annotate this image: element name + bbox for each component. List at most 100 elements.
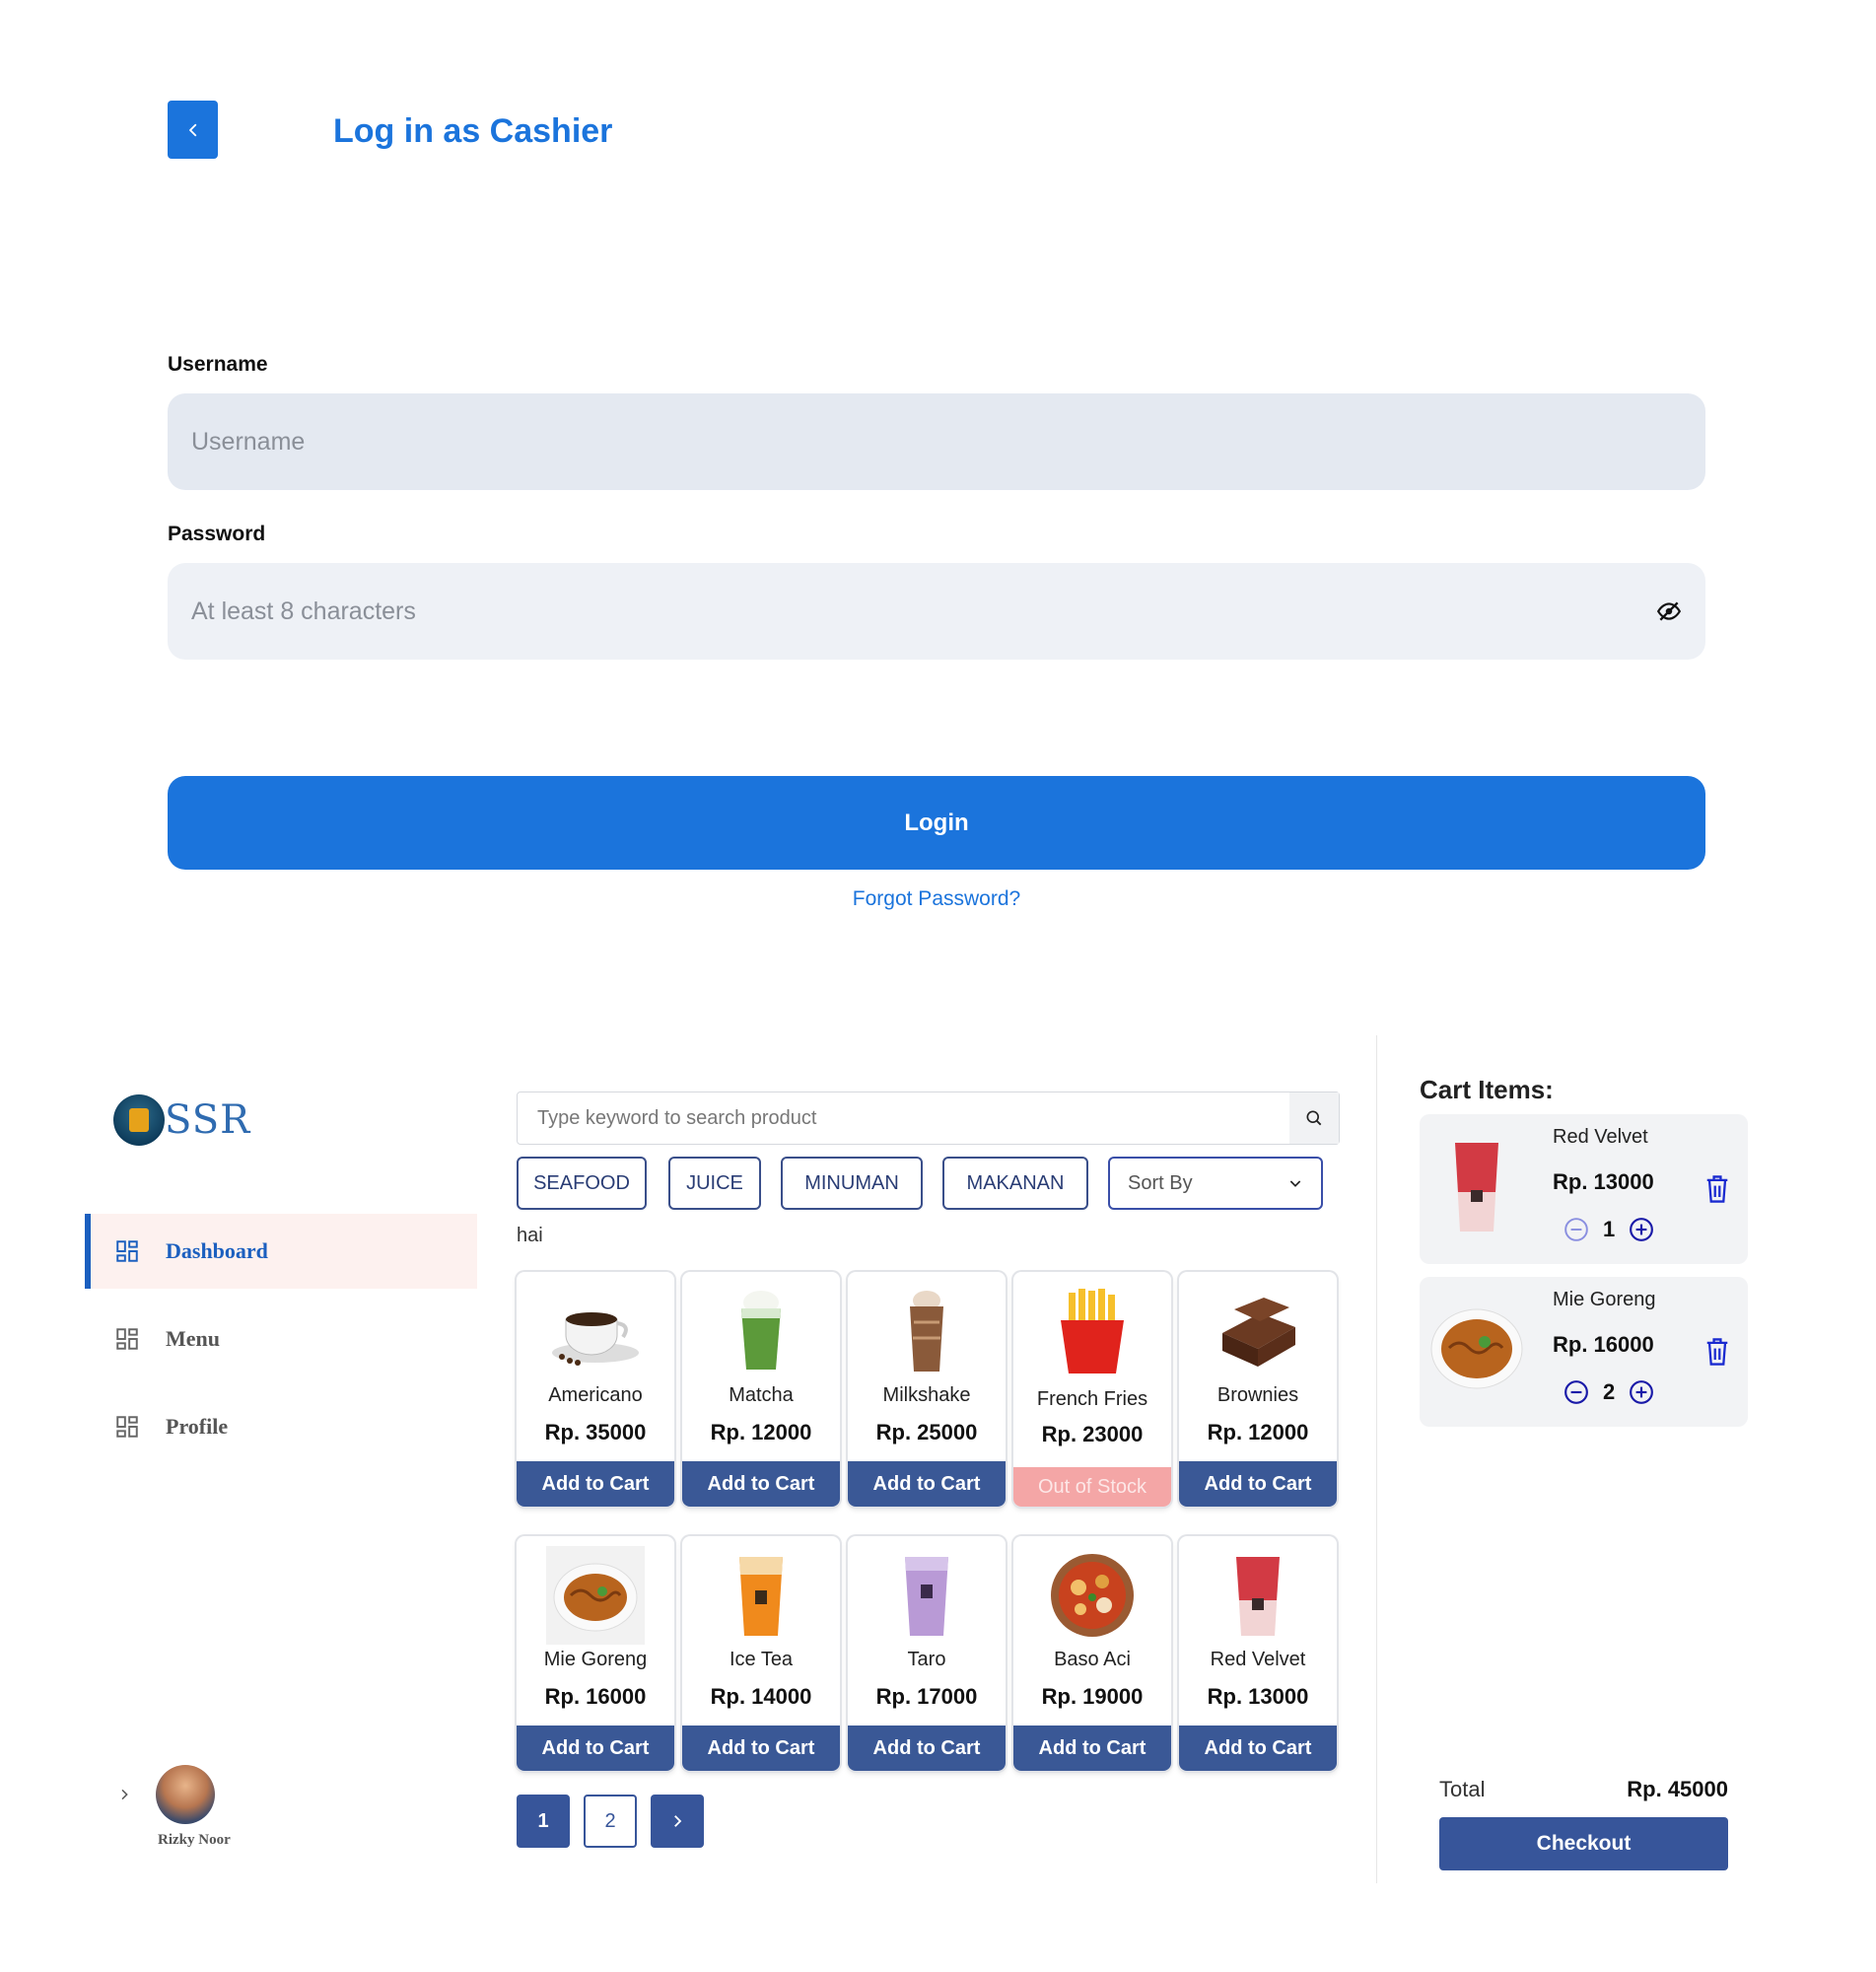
chevron-right-icon[interactable] <box>116 1787 132 1802</box>
product-name: Red Velvet <box>1210 1649 1306 1670</box>
user-name: Rizky Noor <box>158 1832 231 1848</box>
page-title: Log in as Cashier <box>333 112 613 150</box>
product-price: Rp. 16000 <box>544 1684 647 1709</box>
quantity-value: 2 <box>1603 1379 1616 1404</box>
product-card: Ice Tea Rp. 14000 Add to Cart <box>682 1536 840 1771</box>
greeting-text: hai <box>517 1225 543 1246</box>
add-to-cart-button[interactable]: Add to Cart <box>1179 1461 1337 1507</box>
taro-drink-icon <box>877 1546 976 1645</box>
sidebar-item-menu[interactable]: Menu <box>85 1302 477 1376</box>
product-card: Americano Rp. 35000 Add to Cart <box>517 1272 674 1507</box>
quantity-value: 1 <box>1603 1217 1616 1241</box>
chevron-down-icon <box>1289 1180 1301 1187</box>
chevron-right-icon <box>674 1815 682 1827</box>
add-to-cart-button[interactable]: Add to Cart <box>517 1461 674 1507</box>
sidebar-item-label: Menu <box>166 1326 220 1351</box>
search-button[interactable] <box>1289 1092 1339 1144</box>
add-to-cart-button[interactable]: Add to Cart <box>1179 1726 1337 1771</box>
french-fries-icon <box>1043 1282 1142 1380</box>
category-makanan-button[interactable]: MAKANAN <box>942 1157 1088 1210</box>
next-page-button[interactable] <box>651 1795 704 1848</box>
add-to-cart-button[interactable]: Add to Cart <box>848 1726 1006 1771</box>
checkout-button[interactable]: Checkout <box>1439 1817 1728 1870</box>
coffee-cup-icon <box>546 1282 645 1380</box>
login-section: Log in as Cashier Username Password Logi… <box>0 0 1876 986</box>
forgot-password-link[interactable]: Forgot Password? <box>0 887 1873 911</box>
minus-circle-icon[interactable] <box>1563 1379 1589 1405</box>
username-input[interactable] <box>191 427 1682 457</box>
product-price: Rp. 14000 <box>710 1684 812 1709</box>
page-2-button[interactable]: 2 <box>584 1795 637 1848</box>
matcha-drink-icon <box>712 1282 810 1380</box>
password-input[interactable] <box>191 597 1656 626</box>
product-price: Rp. 23000 <box>1041 1422 1144 1446</box>
login-button[interactable]: Login <box>168 776 1705 870</box>
red-velvet-drink-icon <box>1427 1132 1526 1240</box>
category-juice-button[interactable]: JUICE <box>668 1157 761 1210</box>
sort-label: Sort By <box>1128 1171 1193 1194</box>
search-icon <box>1306 1110 1322 1126</box>
product-card: Brownies Rp. 12000 Add to Cart <box>1179 1272 1337 1507</box>
product-name: French Fries <box>1036 1388 1148 1410</box>
product-price: Rp. 13000 <box>1207 1684 1309 1709</box>
search-bar <box>517 1092 1340 1145</box>
cart-item-price: Rp. 16000 <box>1553 1332 1654 1357</box>
username-field-box <box>168 393 1705 490</box>
cart-item: Red Velvet Rp. 13000 1 <box>1420 1114 1748 1264</box>
add-to-cart-button[interactable]: Add to Cart <box>848 1461 1006 1507</box>
password-field-box <box>168 563 1705 660</box>
quantity-stepper: 1 <box>1563 1217 1654 1242</box>
cart-item-name: Mie Goreng <box>1553 1289 1656 1310</box>
product-card: French Fries Rp. 23000 Out of Stock <box>1013 1272 1171 1507</box>
logo-text: SSR <box>165 1097 251 1143</box>
product-card: Red Velvet Rp. 13000 Add to Cart <box>1179 1536 1337 1771</box>
brand-logo: SSR <box>113 1094 250 1146</box>
category-seafood-button[interactable]: SEAFOOD <box>517 1157 647 1210</box>
grid-icon <box>116 1416 138 1438</box>
eye-slash-icon[interactable] <box>1656 599 1682 624</box>
add-to-cart-button[interactable]: Add to Cart <box>682 1461 840 1507</box>
product-name: Milkshake <box>882 1384 971 1406</box>
total-label: Total <box>1439 1777 1486 1801</box>
search-input[interactable] <box>518 1106 1289 1130</box>
trash-icon[interactable] <box>1703 1336 1731 1368</box>
sidebar-item-dashboard[interactable]: Dashboard <box>85 1214 477 1289</box>
product-price: Rp. 12000 <box>1207 1420 1309 1444</box>
product-name: Ice Tea <box>729 1649 794 1670</box>
avatar[interactable] <box>156 1765 215 1824</box>
password-label: Password <box>168 523 266 545</box>
sort-select[interactable]: Sort By <box>1108 1157 1323 1210</box>
category-minuman-button[interactable]: MINUMAN <box>781 1157 923 1210</box>
product-name: Mie Goreng <box>543 1649 648 1670</box>
chevron-left-icon <box>188 123 196 136</box>
username-label: Username <box>168 353 268 376</box>
add-to-cart-button[interactable]: Add to Cart <box>517 1726 674 1771</box>
baso-aci-bowl-icon <box>1043 1546 1142 1645</box>
cart-item-price: Rp. 13000 <box>1553 1169 1654 1194</box>
noodle-plate-icon <box>1427 1295 1526 1403</box>
noodle-plate-icon <box>546 1546 645 1645</box>
page-1-button[interactable]: 1 <box>517 1795 570 1848</box>
sidebar-item-profile[interactable]: Profile <box>85 1389 477 1464</box>
product-card: Mie Goreng Rp. 16000 Add to Cart <box>517 1536 674 1771</box>
user-profile <box>116 1765 215 1824</box>
add-to-cart-button[interactable]: Add to Cart <box>682 1726 840 1771</box>
cart-item-name: Red Velvet <box>1553 1126 1648 1148</box>
out-of-stock-button: Out of Stock <box>1013 1467 1171 1507</box>
add-to-cart-button[interactable]: Add to Cart <box>1013 1726 1171 1771</box>
plus-circle-icon[interactable] <box>1629 1379 1654 1405</box>
cart-item: Mie Goreng Rp. 16000 2 <box>1420 1277 1748 1427</box>
product-price: Rp. 17000 <box>875 1684 978 1709</box>
product-card: Milkshake Rp. 25000 Add to Cart <box>848 1272 1006 1507</box>
product-name: Baso Aci <box>1054 1649 1131 1670</box>
sidebar-item-label: Profile <box>166 1414 229 1439</box>
product-price: Rp. 25000 <box>875 1420 978 1444</box>
product-name: Americano <box>548 1384 643 1406</box>
milkshake-icon <box>877 1282 976 1380</box>
trash-icon[interactable] <box>1703 1173 1731 1205</box>
product-name: Matcha <box>729 1384 794 1406</box>
back-button[interactable] <box>168 101 218 159</box>
divider <box>1376 1035 1377 1883</box>
plus-circle-icon[interactable] <box>1629 1217 1654 1242</box>
minus-circle-icon[interactable] <box>1563 1217 1589 1242</box>
